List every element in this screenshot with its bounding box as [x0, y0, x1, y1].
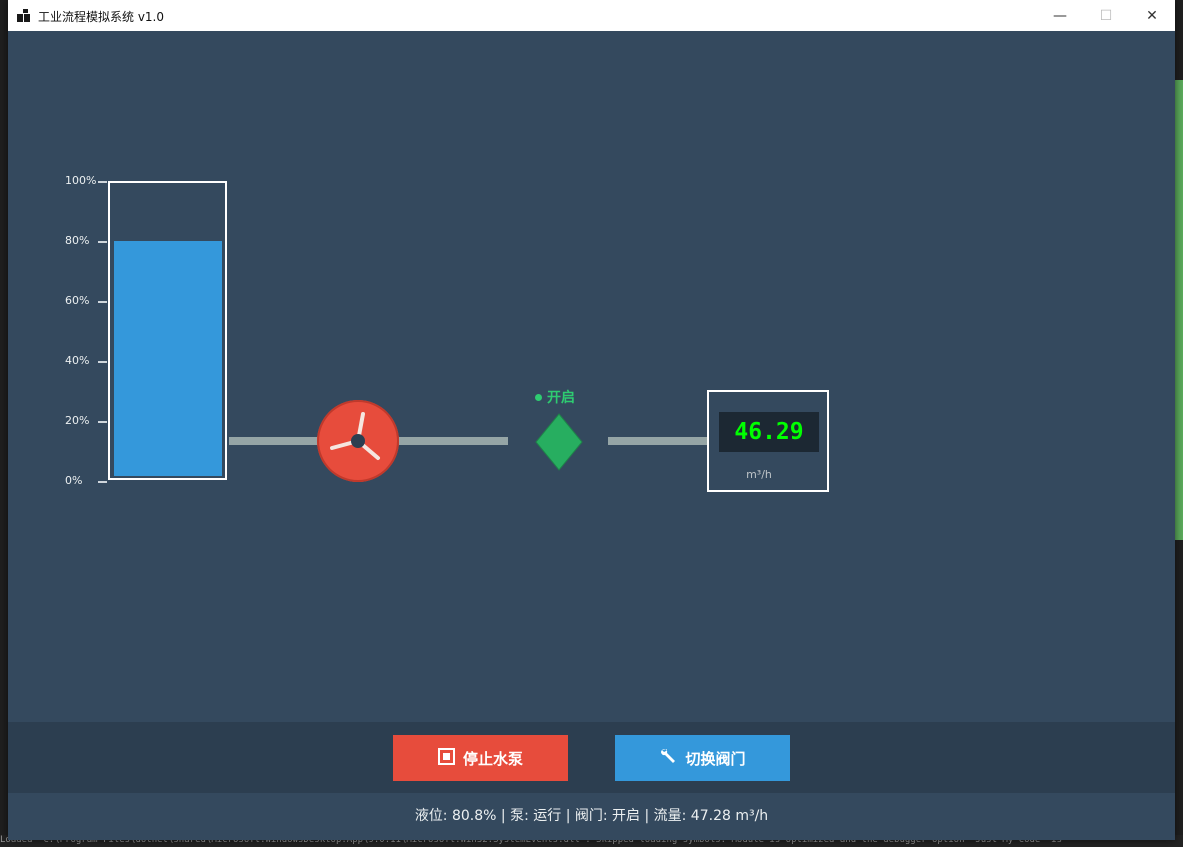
tank-scale-tick-mark	[98, 361, 107, 363]
valve[interactable]	[535, 413, 583, 471]
minimize-button[interactable]: —	[1037, 0, 1083, 31]
toggle-valve-button[interactable]: 切换阀门	[615, 735, 790, 781]
diamond-valve-icon	[535, 413, 583, 471]
control-bar: 停止水泵 切换阀门	[8, 722, 1175, 793]
flow-meter-value: 46.29	[719, 412, 819, 452]
fan-impeller-icon	[330, 412, 380, 460]
window-title: 工业流程模拟系统 v1.0	[38, 10, 165, 24]
stop-pump-button[interactable]: 停止水泵	[393, 735, 568, 781]
tank-scale-tick-label: 0%	[65, 474, 83, 487]
wrench-icon	[659, 747, 677, 769]
water-pump[interactable]	[317, 400, 399, 482]
app-icon	[17, 9, 30, 22]
tank-scale-tick-label: 60%	[65, 294, 90, 307]
pipe-tank-to-pump	[229, 437, 319, 445]
stop-pump-label: 停止水泵	[462, 749, 523, 768]
ide-scroll-indicator	[1175, 80, 1183, 540]
flow-meter: 46.29 m³/h	[707, 390, 829, 492]
app-window: 工业流程模拟系统 v1.0 — ☐ ✕ 100% 80% 60% 40% 20% 0% 开…	[8, 0, 1175, 840]
maximize-button[interactable]: ☐	[1083, 0, 1129, 31]
flow-meter-unit: m³/h	[746, 468, 772, 481]
tank-scale-tick-mark	[98, 421, 107, 423]
pipe-pump-to-valve	[399, 437, 508, 445]
tank-scale-tick-mark	[98, 181, 107, 183]
tank-scale-tick-mark	[98, 241, 107, 243]
close-button[interactable]: ✕	[1129, 0, 1175, 31]
stop-square-icon	[437, 747, 455, 769]
tank-scale-tick-label: 80%	[65, 234, 90, 247]
toggle-valve-label: 切换阀门	[685, 749, 746, 768]
pipe-valve-to-meter	[608, 437, 708, 445]
tank-scale-tick-mark	[98, 301, 107, 303]
process-canvas: 100% 80% 60% 40% 20% 0% 开启 46.29 m³/h	[8, 31, 1175, 722]
tank-scale-tick-label: 20%	[65, 414, 90, 427]
status-bar: 液位: 80.8% | 泵: 运行 | 阀门: 开启 | 流量: 47.28 m…	[8, 793, 1175, 840]
valve-status: 开启	[535, 387, 575, 407]
valve-status-label: 开启	[547, 390, 575, 406]
title-bar[interactable]: 工业流程模拟系统 v1.0 — ☐ ✕	[8, 0, 1175, 31]
water-tank	[108, 181, 227, 480]
tank-scale-tick-label: 100%	[65, 174, 97, 187]
tank-water-level	[114, 241, 222, 476]
tank-scale-tick-label: 40%	[65, 354, 90, 367]
status-dot-icon	[535, 393, 542, 401]
tank-scale-tick-mark	[98, 481, 107, 483]
